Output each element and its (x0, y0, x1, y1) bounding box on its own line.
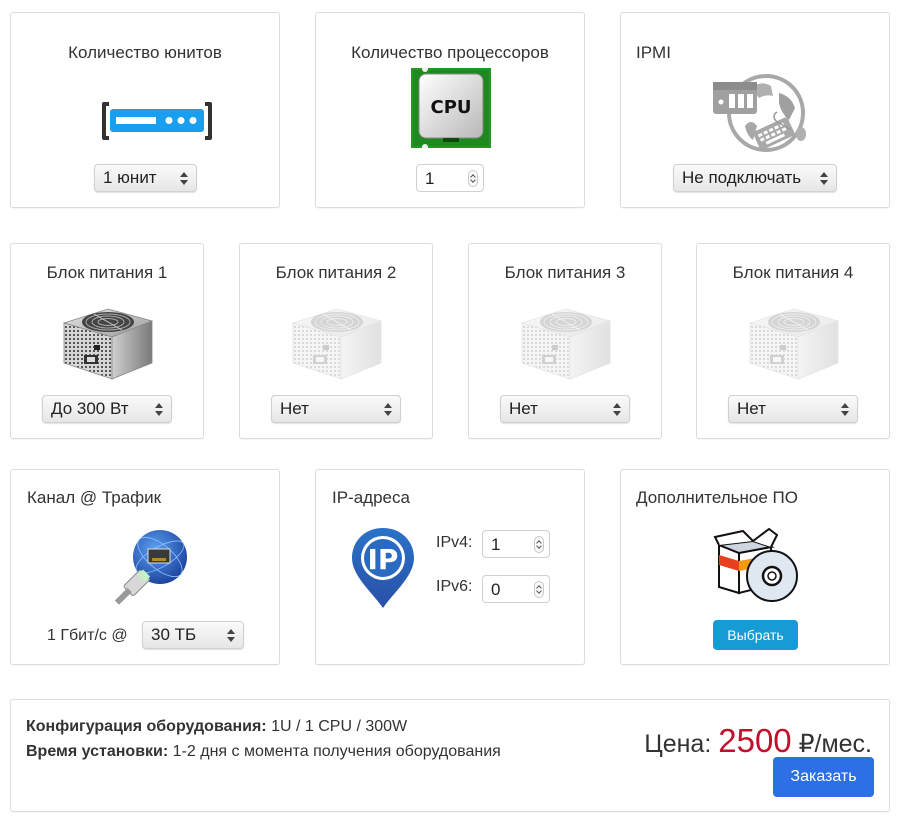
software-title: Дополнительное ПО (636, 488, 798, 507)
ipv6-input[interactable]: 0 (482, 575, 550, 603)
units-card: Количество юнитов 1 юнит (10, 12, 280, 208)
power-supply-icon (748, 308, 840, 380)
software-box-disc-icon (713, 527, 798, 602)
psu-select-4[interactable]: Нет (728, 395, 858, 423)
install-label: Время установки: (26, 743, 169, 760)
channel-title: Канал @ Трафик (27, 488, 162, 507)
rack-server-icon (102, 102, 212, 140)
select-arrows-icon (613, 403, 621, 416)
ip-pin-label: IP (368, 543, 399, 576)
price-amount: 2500 (718, 722, 792, 759)
psu-select-2[interactable]: Нет (271, 395, 401, 423)
remote-management-globe-icon (713, 74, 806, 152)
psu-select-value-1: До 300 Вт (51, 399, 129, 418)
install-line: Время установки: 1-2 дня с момента получ… (26, 743, 501, 761)
power-supply-icon (520, 308, 612, 380)
psu-select-1[interactable]: До 300 Вт (42, 395, 172, 423)
select-arrows-icon (820, 172, 828, 185)
ipv6-label: IPv6: (436, 578, 473, 595)
ipv4-value: 1 (491, 535, 501, 554)
psu-card-2: Блок питания 2 Нет (239, 243, 433, 439)
select-arrows-icon (180, 172, 188, 185)
units-title: Количество юнитов (68, 43, 222, 62)
psu-card-1: Блок питания 1 До 300 Вт (10, 243, 204, 439)
select-arrows-icon (155, 403, 163, 416)
psu-title-1: Блок питания 1 (46, 263, 168, 282)
price-display: Цена: 2500 ₽/мес. (644, 722, 872, 760)
cpu-card: Количество процессоров CPU 1 (315, 12, 585, 208)
traffic-select[interactable]: 30 ТБ (142, 621, 244, 649)
price-label: Цена: (644, 730, 712, 758)
network-globe-ethernet-icon (114, 530, 187, 605)
spinner-icon[interactable] (468, 170, 478, 187)
install-value: 1-2 дня с момента получения оборудования (172, 743, 501, 760)
psu-title-4: Блок питания 4 (732, 263, 854, 282)
cpu-count-value: 1 (425, 169, 435, 188)
ipmi-card: IPMI Не подключать (620, 12, 890, 208)
ipmi-select-value: Не подключать (682, 168, 802, 187)
select-arrows-icon (227, 629, 235, 642)
psu-card-3: Блок питания 3 Нет (468, 243, 662, 439)
ipv4-label: IPv4: (436, 534, 473, 551)
select-arrows-icon (384, 403, 392, 416)
psu-select-3[interactable]: Нет (500, 395, 630, 423)
config-value: 1U / 1 CPU / 300W (271, 718, 408, 735)
ipv6-value: 0 (491, 580, 501, 599)
psu-card-4: Блок питания 4 Нет (696, 243, 890, 439)
ipv4-input[interactable]: 1 (482, 530, 550, 558)
traffic-select-value: 30 ТБ (151, 625, 197, 644)
software-card: Дополнительное ПО Выбрать (620, 469, 890, 665)
ip-location-pin-icon: IP (352, 528, 414, 608)
psu-select-value-2: Нет (280, 399, 309, 418)
channel-speed-label: 1 Гбит/с @ (47, 627, 128, 644)
channel-card: Канал @ Трафик 1 Гбит/с @ 30 ТБ (10, 469, 280, 665)
psu-title-3: Блок питания 3 (504, 263, 626, 282)
cpu-chip-label: CPU (430, 97, 471, 118)
cpu-chip-icon: CPU (411, 68, 491, 148)
psu-select-value-4: Нет (737, 399, 766, 418)
psu-select-value-3: Нет (509, 399, 538, 418)
cpu-count-input[interactable]: 1 (416, 164, 484, 192)
ipmi-title: IPMI (636, 43, 671, 62)
spinner-icon[interactable] (534, 536, 544, 553)
order-button[interactable]: Заказать (773, 757, 874, 797)
units-select[interactable]: 1 юнит (94, 164, 197, 192)
cpu-title: Количество процессоров (351, 43, 549, 62)
power-supply-icon (291, 308, 383, 380)
ipmi-select[interactable]: Не подключать (673, 164, 837, 192)
select-arrows-icon (841, 403, 849, 416)
psu-title-2: Блок питания 2 (275, 263, 397, 282)
units-select-value: 1 юнит (103, 168, 157, 187)
price-unit: ₽/мес. (798, 730, 872, 758)
power-supply-icon (62, 308, 154, 380)
choose-software-button[interactable]: Выбрать (713, 620, 798, 650)
ip-card: IP-адреса IP IPv4: 1 IPv6: 0 (315, 469, 585, 665)
config-label: Конфигурация оборудования: (26, 718, 267, 735)
spinner-icon[interactable] (534, 581, 544, 598)
config-line: Конфигурация оборудования: 1U / 1 CPU / … (26, 718, 407, 736)
ip-title: IP-адреса (332, 488, 410, 507)
